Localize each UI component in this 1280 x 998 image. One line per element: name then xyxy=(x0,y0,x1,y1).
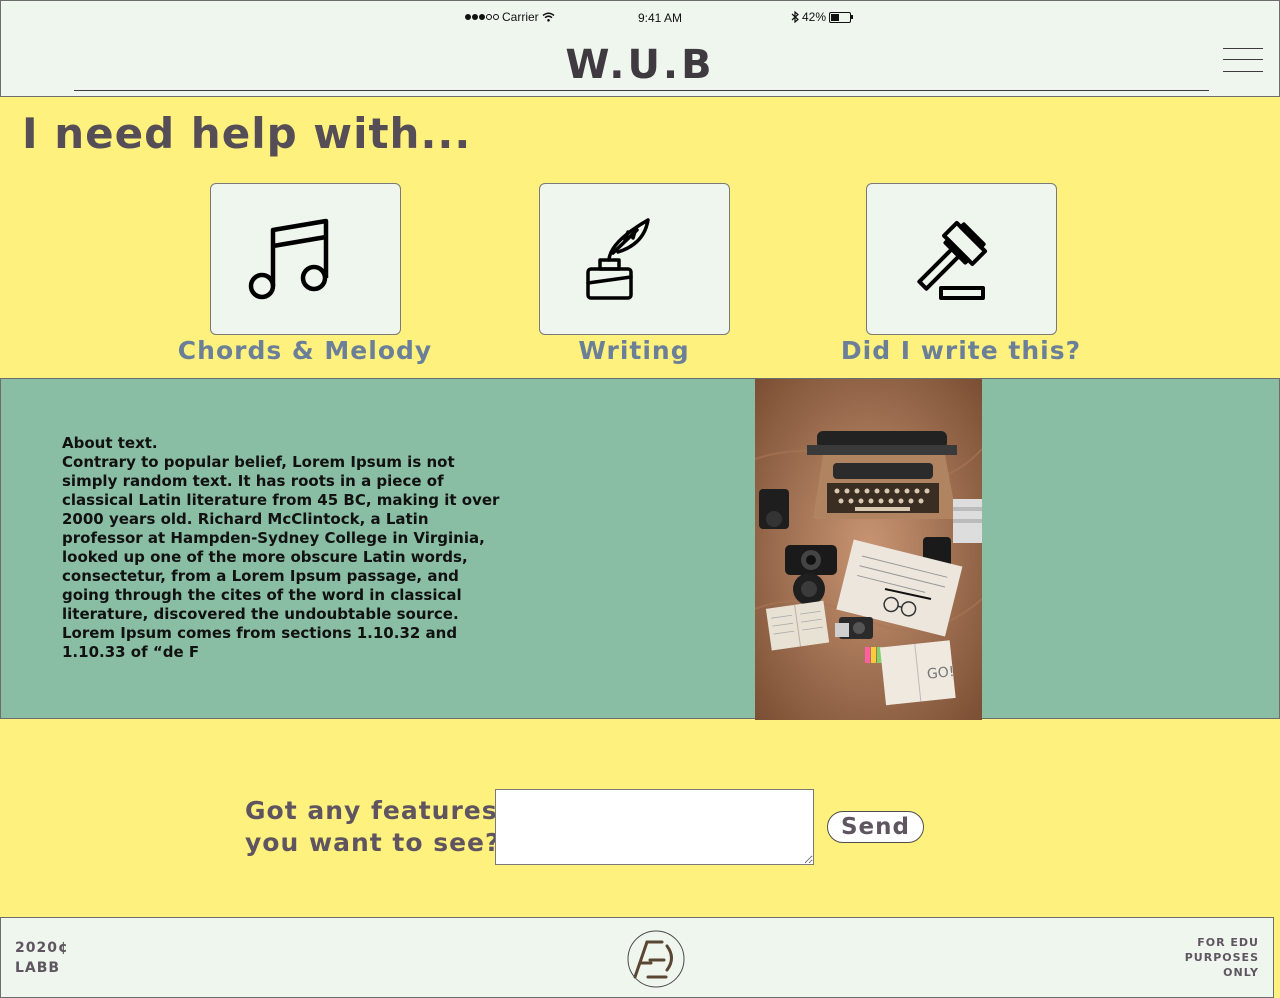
signal-group: Carrier xyxy=(465,10,555,24)
typewriter-photo: GO! xyxy=(755,379,982,720)
did-i-write-this-label[interactable]: Did I write this? xyxy=(801,334,1121,368)
battery-fill xyxy=(831,13,840,21)
features-prompt: Got any features you want to see? xyxy=(245,795,501,859)
carrier-label: Carrier xyxy=(502,10,539,24)
battery-group: 42% xyxy=(791,10,854,24)
gavel-icon xyxy=(917,220,988,300)
clock-time: 9:41 AM xyxy=(638,11,683,25)
about-title: About text. xyxy=(62,434,158,452)
about-body: Contrary to popular belief, Lorem Ipsum … xyxy=(62,453,500,661)
writing-card[interactable] xyxy=(539,183,730,335)
copyright: 2020¢ LABB xyxy=(15,938,69,978)
hamburger-icon[interactable] xyxy=(1223,47,1265,75)
svg-text:GO!: GO! xyxy=(926,664,955,683)
battery-percent: 42% xyxy=(802,10,827,24)
edu-note: FOR EDU PURPOSES ONLY xyxy=(1185,935,1259,980)
copyright-year: 2020¢ xyxy=(15,940,69,956)
features-prompt-line-1: Got any features xyxy=(245,796,498,825)
bluetooth-icon xyxy=(791,11,799,23)
edu-note-line-2: PURPOSES xyxy=(1184,951,1259,964)
features-input[interactable] xyxy=(495,789,814,865)
app-header: Carrier 9:41 AM 42% W.U.B xyxy=(0,0,1280,97)
features-prompt-line-2: you want to see? xyxy=(245,828,501,857)
edu-note-line-3: ONLY xyxy=(1223,966,1259,979)
battery-icon xyxy=(829,11,854,23)
did-i-write-this-card[interactable] xyxy=(866,183,1057,335)
send-button[interactable]: Send xyxy=(827,811,924,843)
about-section: About text. Contrary to popular belief, … xyxy=(0,378,1280,719)
quill-inkwell-icon xyxy=(586,218,650,300)
company-name: LABB xyxy=(15,960,61,976)
writing-label[interactable]: Writing xyxy=(474,334,794,368)
chords-melody-label[interactable]: Chords & Melody xyxy=(145,334,465,368)
music-note-icon xyxy=(248,218,329,300)
company-logo[interactable]: AE xyxy=(626,930,686,988)
edu-note-line-1: FOR EDU xyxy=(1197,936,1259,949)
signal-strength-icon xyxy=(465,14,499,20)
app-title: W.U.B xyxy=(565,42,715,88)
page-title: I need help with... xyxy=(22,109,472,158)
about-text: About text. Contrary to popular belief, … xyxy=(62,434,502,662)
wifi-icon xyxy=(542,12,555,22)
footer: 2020¢ LABB AE FOR EDU PURPOSES ONLY xyxy=(0,917,1274,998)
status-bar: Carrier 9:41 AM 42% xyxy=(1,10,1280,26)
chords-melody-card[interactable] xyxy=(210,183,401,335)
header-divider xyxy=(74,90,1209,91)
